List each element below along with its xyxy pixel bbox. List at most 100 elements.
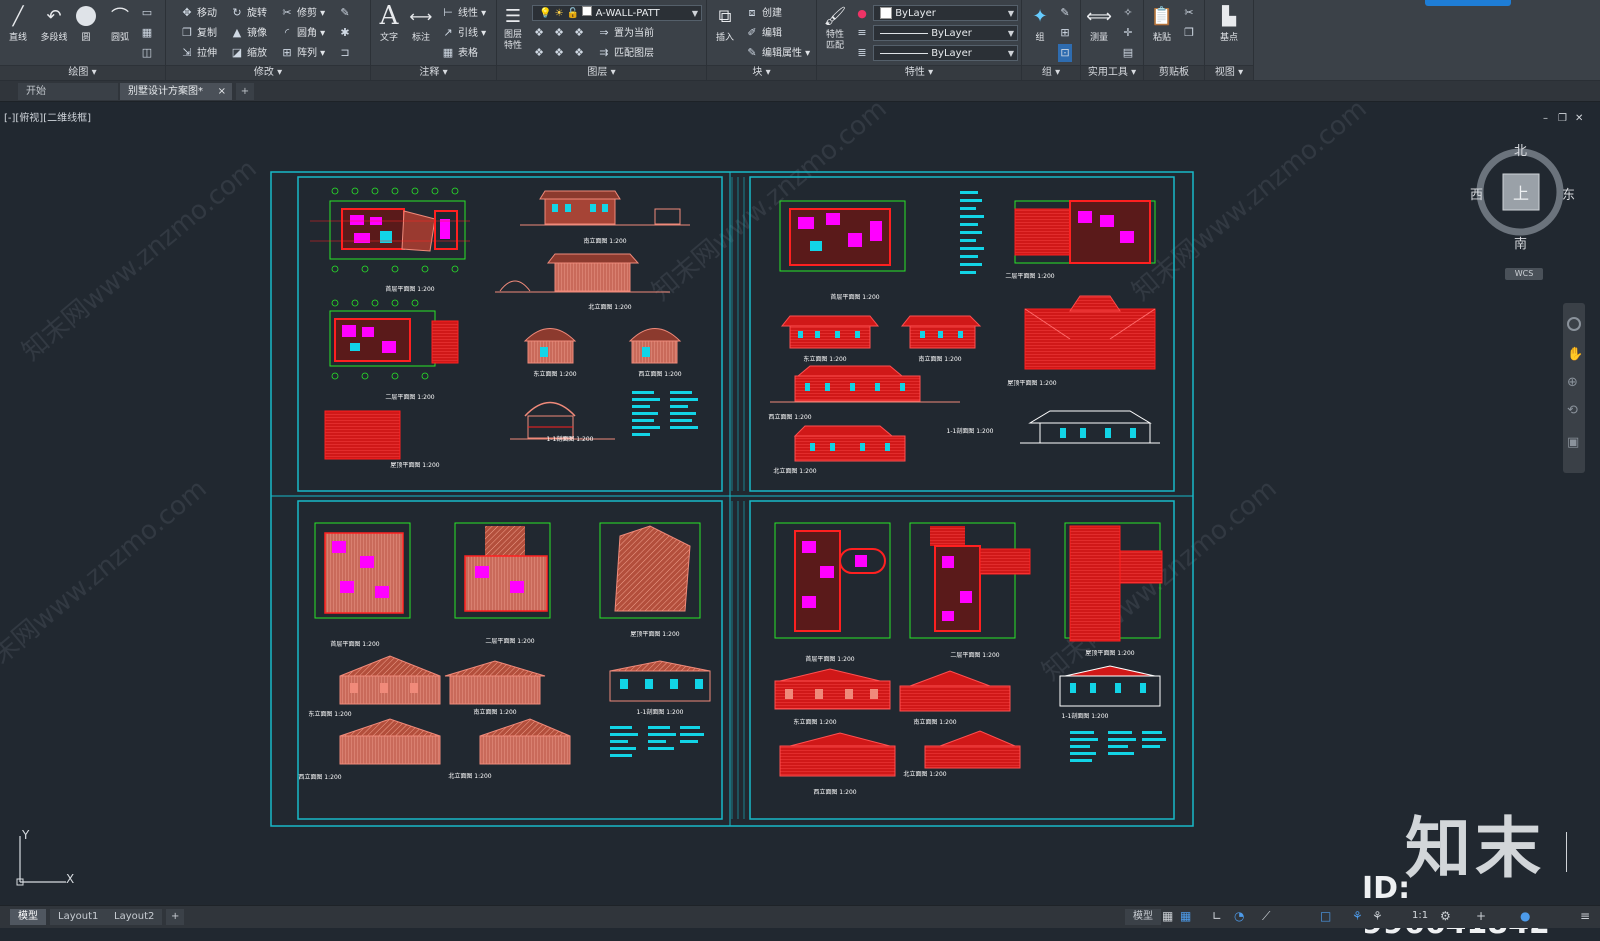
tab-drawing[interactable]: 别墅设计方案图* × (120, 83, 232, 100)
layers-panel-title[interactable]: 图层 ▾ (497, 65, 706, 80)
plus-icon[interactable]: + (1476, 909, 1486, 923)
set-current-button[interactable]: ⇒ 置为当前 (597, 24, 654, 42)
layer-tool-6[interactable]: ❖ (572, 44, 589, 62)
pan-icon[interactable]: ✋ (1567, 347, 1583, 362)
point-style-button[interactable]: ✛ (1121, 24, 1138, 42)
group-edit-button[interactable]: ⊞ (1058, 24, 1075, 42)
measure-button[interactable]: ⟺ 测量 (1083, 4, 1115, 44)
tab-close-icon[interactable]: × (218, 83, 226, 100)
color-wheel[interactable]: ● (855, 5, 872, 23)
match-layer-button[interactable]: ⇉ 匹配图层 (597, 44, 654, 62)
explode-button[interactable]: ✱ (338, 24, 355, 42)
cad-drawing[interactable]: 首层平面图 1:200 二层平面图 1:200 屋顶平面图 1:200 南立面图… (270, 171, 1194, 827)
fillet-button[interactable]: ◜ 圆角 ▾ (280, 24, 325, 42)
layer-tool-3[interactable]: ❖ (572, 24, 589, 42)
steering-wheel-icon[interactable] (1567, 317, 1581, 331)
layer-dropdown[interactable]: 💡 ☀ 🔓 A-WALL-PATT ▼ (532, 5, 702, 21)
model-space-toggle[interactable]: 模型 (1125, 909, 1161, 925)
customize-icon[interactable]: ≡ (1580, 909, 1590, 923)
trim-button[interactable]: ✂ 修剪 ▾ (280, 4, 325, 22)
group-button[interactable]: ✦ 组 (1024, 4, 1056, 44)
scale-button[interactable]: ◪ 缩放 (230, 44, 267, 62)
text-button[interactable]: A 文字 (373, 1, 405, 43)
edit-block-button[interactable]: ✐ 编辑 (745, 24, 782, 42)
block-panel-title[interactable]: 块 ▾ (707, 65, 816, 80)
tab-layout1[interactable]: Layout1 (50, 909, 107, 925)
array-button[interactable]: ⊞ 阵列 ▾ (280, 44, 325, 62)
utilities-panel-title[interactable]: 实用工具 ▾ (1081, 65, 1143, 80)
modify-panel-title[interactable]: 修改 ▾ (166, 65, 370, 80)
new-tab-button[interactable]: + (236, 83, 254, 100)
ungroup-button[interactable]: ✎ (1058, 4, 1075, 22)
view-panel-title[interactable]: 视图 ▾ (1205, 65, 1253, 80)
polar-icon[interactable]: ◔ (1234, 909, 1244, 923)
insert-button[interactable]: ⧉ 插入 (709, 4, 741, 44)
copy-clip-button[interactable]: ❐ (1182, 24, 1199, 42)
color-dropdown[interactable]: ByLayer ▼ (873, 5, 1018, 21)
base-button[interactable]: ▙ 基点 (1213, 4, 1245, 44)
ortho-icon[interactable]: ∟ (1212, 909, 1222, 923)
viewport-restore-icon[interactable]: ❐ (1558, 113, 1567, 124)
group-select-button[interactable]: ⊡ (1058, 44, 1075, 62)
rect-tool[interactable]: ▭ (140, 4, 157, 22)
orbit-icon[interactable]: ⟲ (1567, 403, 1578, 418)
viewport-controls-label[interactable]: [-][俯视][二维线框] (4, 109, 91, 124)
leader-button[interactable]: ↗ 引线 ▾ (441, 24, 486, 42)
viewcube-north[interactable]: 北 (1514, 140, 1527, 159)
dimension-button[interactable]: ⟷ 标注 (405, 4, 437, 44)
layer-tool-1[interactable]: ❖ (532, 24, 549, 42)
layer-tool-4[interactable]: ❖ (532, 44, 549, 62)
layer-tool-2[interactable]: ❖ (552, 24, 569, 42)
polyline-button[interactable]: ↶ 多段线 (36, 4, 72, 44)
copy-button[interactable]: ❐ 复制 (180, 24, 217, 42)
tab-start[interactable]: 开始 (18, 83, 118, 100)
arc-button[interactable]: ⌒ 圆弧 (104, 4, 136, 43)
circle-button[interactable]: 圆 (70, 4, 102, 43)
workspace-gear-icon[interactable]: ⚙ (1440, 909, 1451, 923)
table-button[interactable]: ▦ 表格 (441, 44, 478, 62)
object-snap-icon[interactable]: □ (1320, 909, 1331, 923)
viewcube-south[interactable]: 南 (1514, 233, 1527, 252)
grid-icon[interactable]: ▦ (1162, 909, 1173, 923)
paste-button[interactable]: 📋 粘贴 (1146, 4, 1178, 44)
calculator-button[interactable]: ▤ (1121, 44, 1138, 62)
viewcube-top-face[interactable]: 上 (1513, 180, 1529, 204)
layer-tool-5[interactable]: ❖ (552, 44, 569, 62)
create-block-button[interactable]: ⧈ 创建 (745, 4, 783, 22)
layer-properties-button[interactable]: ☰ 图层 特性 (497, 4, 529, 52)
tab-model[interactable]: 模型 (10, 909, 46, 925)
viewcube-east[interactable]: 东 (1562, 184, 1575, 203)
hatch-tool[interactable]: ▦ (140, 24, 157, 42)
add-layout-button[interactable]: + (166, 909, 185, 925)
rotate-button[interactable]: ↻ 旋转 (230, 4, 267, 22)
isolate-icon[interactable]: ● (1520, 909, 1530, 923)
showmotion-icon[interactable]: ▣ (1567, 435, 1579, 450)
line-button[interactable]: ╱ 直线 (2, 4, 34, 44)
properties-panel-title[interactable]: 特性 ▾ (817, 65, 1021, 80)
annotation-visibility-icon[interactable]: ⚘ (1372, 909, 1383, 923)
draw-panel-title[interactable]: 绘图 ▾ (0, 65, 165, 80)
annotation-scale-value[interactable]: 1:1 (1412, 910, 1428, 921)
lineweight-dropdown[interactable]: ByLayer ▼ (873, 45, 1018, 61)
mirror-button[interactable]: ▲ 镜像 (230, 24, 267, 42)
stretch-button[interactable]: ⇲ 拉伸 (180, 44, 217, 62)
linear-button[interactable]: ⊢ 线性 ▾ (441, 4, 486, 22)
viewport-close-icon[interactable]: ✕ (1575, 113, 1583, 124)
tab-layout2[interactable]: Layout2 (106, 909, 163, 925)
viewcube[interactable]: 北 南 西 东 上 (1470, 140, 1575, 252)
signin-button[interactable] (1425, 0, 1511, 6)
wcs-menu[interactable]: WCS (1505, 268, 1543, 280)
linetype-dropdown[interactable]: ByLayer ▼ (873, 25, 1018, 41)
linetype-icon-btn[interactable]: ≡ (855, 24, 872, 42)
cut-button[interactable]: ✂ (1182, 4, 1199, 22)
match-properties-button[interactable]: 🖌 特性 匹配 (819, 4, 851, 52)
erase-button[interactable]: ✎ (338, 4, 355, 22)
move-button[interactable]: ✥ 移动 (180, 4, 217, 22)
edit-attributes-button[interactable]: ✎ 编辑属性 ▾ (745, 44, 810, 62)
viewport-minimize-icon[interactable]: – (1543, 113, 1548, 124)
annotation-scale-icon[interactable]: ⚘ (1352, 909, 1363, 923)
offset-button[interactable]: ⊐ (338, 44, 355, 62)
isodraft-icon[interactable]: ⟋ (1262, 909, 1270, 924)
snap-icon[interactable]: ▦ (1180, 909, 1191, 923)
annotation-panel-title[interactable]: 注释 ▾ (371, 65, 496, 80)
